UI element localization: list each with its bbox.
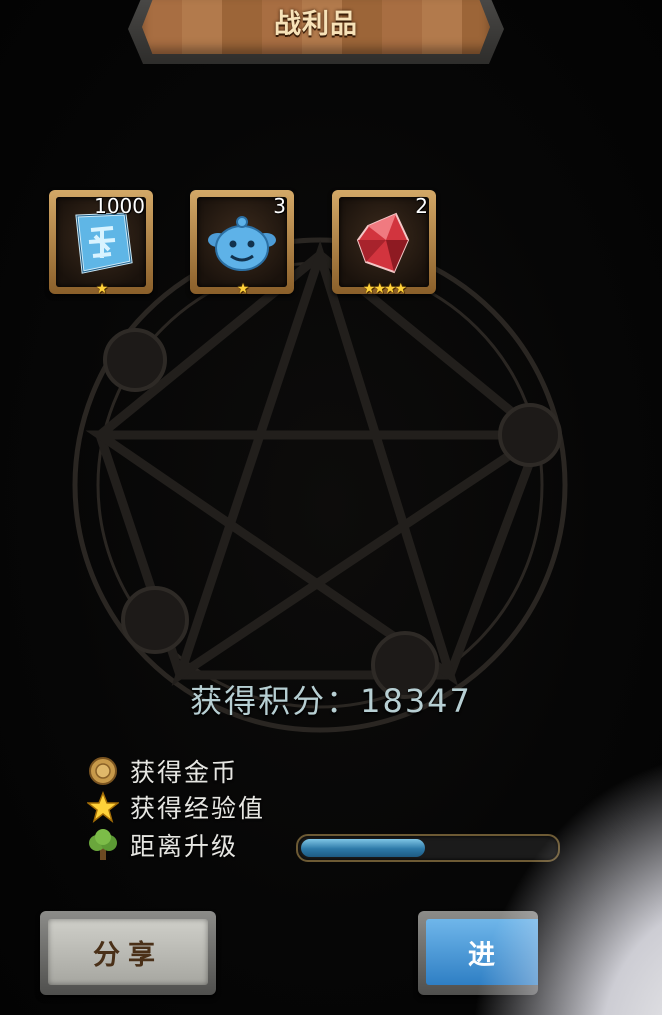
reward-gold-row: 获得金币 [86, 753, 238, 789]
tree-icon [86, 828, 120, 862]
share-button[interactable]: 分享 [40, 911, 216, 995]
loot-slot-2[interactable]: 3 ★ [190, 190, 294, 297]
reward-gold-label: 获得金币 [130, 758, 239, 787]
share-button-label: 分享 [93, 940, 163, 971]
magic-circle-background [72, 237, 568, 733]
level-progress-bar [296, 834, 560, 862]
loot-slot-1[interactable]: 1000 ★ [49, 190, 153, 297]
reward-exp-label: 获得经验值 [130, 794, 266, 823]
loot-rarity-stars: ★★★★ [362, 281, 407, 297]
continue-button-label: 进 [468, 940, 495, 971]
loot-count: 2 [415, 194, 428, 218]
continue-button[interactable]: 进 [418, 911, 538, 995]
reward-levelup-row: 距离升级 [86, 827, 238, 863]
reward-exp-row: 获得经验值 [86, 789, 265, 825]
score-text: 获得积分：18347 [190, 682, 472, 720]
loot-count: 1000 [94, 194, 145, 218]
loot-count: 3 [273, 194, 286, 218]
loot-slot-3[interactable]: 2 ★★★★ [332, 190, 436, 297]
level-progress-fill [301, 839, 426, 857]
reward-levelup-label: 距离升级 [130, 832, 239, 861]
star-icon [86, 790, 120, 824]
blue-slime-pet-icon [208, 216, 276, 271]
page-title: 战利品 [274, 9, 358, 40]
red-crystal-icon [356, 212, 410, 274]
title-banner: 战利品 [128, 0, 504, 64]
loot-screen: 战利品 1000 ★ 3 ★ 2 ★★★★ 获得积分：18347 获得金币 获得… [0, 0, 662, 1015]
gold-coin-icon [86, 754, 120, 788]
loot-rarity-stars: ★ [95, 281, 109, 297]
loot-rarity-stars: ★ [236, 281, 250, 297]
